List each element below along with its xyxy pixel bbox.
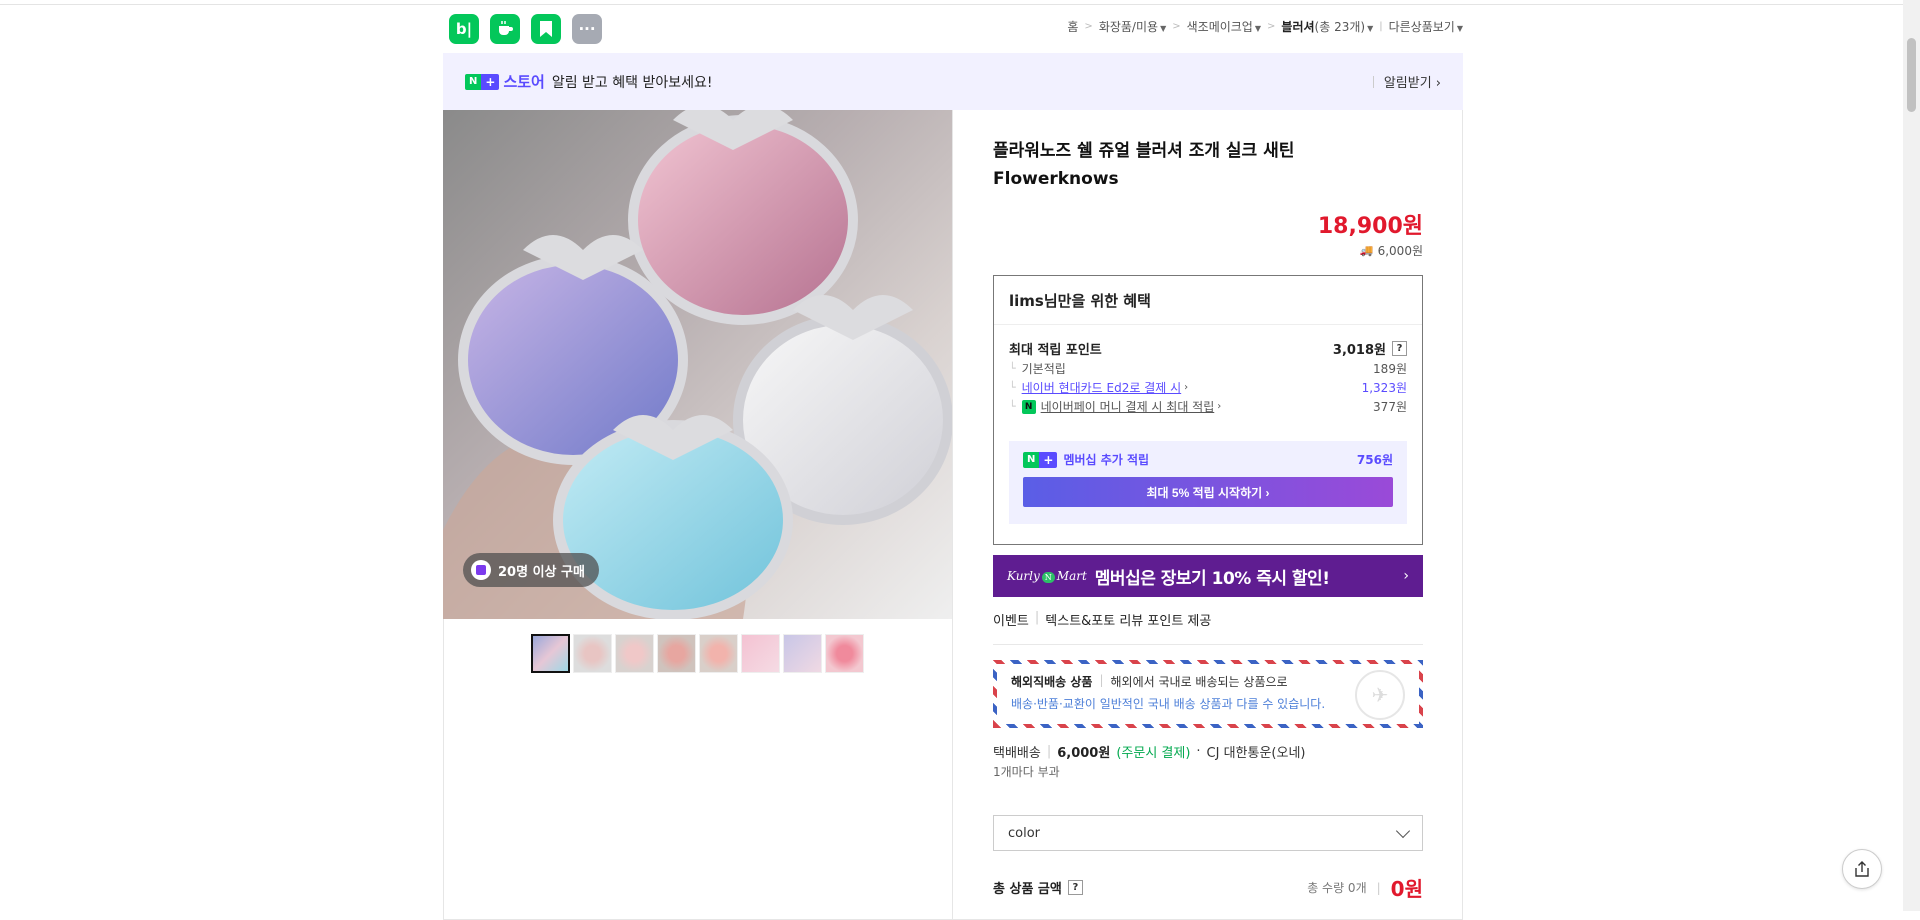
- breadcrumb-separator: >: [1267, 21, 1276, 32]
- breadcrumb-category-2[interactable]: 색조메이크업 ▼: [1187, 18, 1261, 35]
- delivery-carrier: CJ 대한통운(오네): [1206, 746, 1306, 761]
- overseas-line1: 해외에서 국내로 배송되는 상품으로: [1110, 675, 1288, 689]
- share-button[interactable]: [1842, 849, 1882, 889]
- delivery-per-item: 1개마다 부과: [993, 765, 1060, 779]
- thumbnail[interactable]: [825, 634, 864, 673]
- option-selected-value: color: [1008, 825, 1041, 841]
- total-sum: 0원: [1390, 877, 1423, 901]
- thumbnail-strip: [531, 634, 864, 673]
- overseas-line2: 배송·반품·교환이 일반적인 국내 배송 상품과 다를 수 있습니다.: [1011, 697, 1326, 711]
- bookmark-icon[interactable]: [531, 14, 561, 44]
- divider: [1372, 75, 1374, 88]
- breadcrumb-separator: >: [1084, 21, 1093, 32]
- caret-down-icon: ▼: [1254, 24, 1262, 33]
- scrollbar-thumb[interactable]: [1907, 38, 1916, 112]
- bullet: ·: [1196, 744, 1201, 759]
- max-points-row: 최대 적립 포인트 3,018원 ?: [1009, 339, 1407, 358]
- truck-icon: 🚚: [1359, 244, 1374, 257]
- product-main-image[interactable]: [443, 110, 952, 619]
- delivery-info: 택배배송 | 6,000원 (주문시 결제) · CJ 대한통운(오네): [993, 742, 1306, 761]
- purchase-count-badge: 20명 이상 구매: [463, 553, 599, 587]
- share-icon: [1855, 861, 1869, 877]
- thumbnail[interactable]: [741, 634, 780, 673]
- help-icon[interactable]: ?: [1067, 880, 1083, 895]
- chevron-right-icon: ›: [1184, 382, 1189, 393]
- thumbnail[interactable]: [531, 634, 570, 673]
- overseas-title: 해외직배송 상품: [1011, 675, 1093, 689]
- kurly-banner-text: 멤버십은 장보기 10% 즉시 할인!: [1094, 568, 1330, 589]
- alert-subscribe-button[interactable]: 알림받기 ›: [1372, 72, 1441, 91]
- store-alert-banner: N + 스토어 알림 받고 혜택 받아보세요! 알림받기 ›: [443, 53, 1463, 110]
- indent-mark: └: [1009, 381, 1016, 394]
- help-icon[interactable]: ?: [1392, 341, 1407, 356]
- event-text: 텍스트&포토 리뷰 포인트 제공: [1045, 614, 1212, 629]
- membership-label: 멤버십 추가 적립: [1063, 453, 1150, 467]
- caret-down-icon: ▼: [1456, 24, 1463, 33]
- other-products-link[interactable]: 다른상품보기 ▼: [1389, 18, 1463, 35]
- indent-mark: └: [1009, 362, 1016, 375]
- color-option-select[interactable]: color: [993, 815, 1423, 851]
- divider: |: [1046, 744, 1052, 759]
- basic-points-row: └ 기본적립 189원: [1009, 362, 1407, 376]
- delivery-type: 택배배송: [993, 746, 1041, 761]
- shell-blush-illustration: [443, 110, 952, 619]
- breadcrumb-separator: |: [1379, 21, 1383, 32]
- delivery-payment-note: (주문시 결제): [1116, 746, 1191, 761]
- benefit-card: lims님만을 위한 혜택 최대 적립 포인트 3,018원 ? └ 기본적립 …: [993, 275, 1423, 545]
- total-label: 총 상품 금액: [993, 882, 1062, 897]
- breadcrumb-home[interactable]: 홈: [1067, 18, 1078, 35]
- breadcrumb: 홈 > 화장품/미용 ▼ > 색조메이크업 ▼ > 블러셔(총 23개) ▼ | 다른…: [1067, 18, 1463, 35]
- airplane-stamp-icon: ✈: [1355, 670, 1405, 720]
- membership-start-button[interactable]: 최대 5% 적립 시작하기 ›: [1023, 477, 1393, 507]
- thumbnail[interactable]: [573, 634, 612, 673]
- card-benefit-link[interactable]: 네이버 현대카드 Ed2로 결제 시: [1022, 379, 1182, 396]
- indent-mark: └: [1009, 400, 1016, 413]
- chevron-right-icon: ›: [1217, 401, 1222, 412]
- divider: [952, 110, 953, 920]
- store-label: 스토어: [503, 73, 545, 91]
- divider: |: [1099, 673, 1104, 687]
- chevron-down-icon: [1395, 823, 1411, 838]
- thumbnail[interactable]: [699, 634, 738, 673]
- app-icon-bar: b| ···: [449, 14, 602, 44]
- kurly-mart-logo: Kurly N Mart: [1007, 569, 1087, 583]
- total-price-row: 총 상품 금액 ? 총 수량 0개 | 0원: [993, 873, 1423, 902]
- thumbnail[interactable]: [783, 634, 822, 673]
- divider: |: [1034, 610, 1040, 625]
- product-title: 플라워노즈 쉘 쥬얼 블러셔 조개 실크 새틴 Flowerknows: [993, 141, 1295, 189]
- product-page: b| ··· 홈 > 화장품/미용 ▼ > 색조메이크업 ▼ > 블러셔(총 23개…: [443, 0, 1463, 920]
- divider: [993, 644, 1423, 645]
- naver-plus-icon: N +: [1023, 451, 1058, 468]
- event-row[interactable]: 이벤트 | 텍스트&포토 리뷰 포인트 제공: [993, 610, 1211, 629]
- scrollbar[interactable]: [1903, 0, 1920, 911]
- membership-box: N + 멤버십 추가 적립 756원 최대 5% 적립 시작하기 ›: [1009, 441, 1407, 524]
- total-quantity: 총 수량 0개 |: [1307, 881, 1381, 895]
- product-price: 18,900원: [1317, 214, 1423, 239]
- thumbnail[interactable]: [657, 634, 696, 673]
- alert-message: 알림 받고 혜택 받아보세요!: [551, 74, 713, 91]
- caret-down-icon: ▼: [1367, 24, 1374, 33]
- npay-points-row: └ N 네이버페이 머니 결제 시 최대 적립 › 377원: [1009, 398, 1407, 415]
- membership-value: 756원: [1356, 453, 1393, 467]
- chevron-right-icon: ›: [1403, 568, 1409, 584]
- caret-down-icon: ▼: [1160, 24, 1167, 33]
- overseas-shipping-notice: 해외직배송 상품 | 해외에서 국내로 배송되는 상품으로 배송·반품·교환이 …: [993, 660, 1423, 728]
- naver-plus-icon: N +: [465, 73, 500, 90]
- breadcrumb-separator: >: [1172, 21, 1181, 32]
- kurly-mart-banner[interactable]: Kurly N Mart 멤버십은 장보기 10% 즉시 할인! ›: [993, 555, 1423, 597]
- breadcrumb-category-1[interactable]: 화장품/미용 ▼: [1099, 18, 1166, 35]
- shipping-fee: 🚚 6,000원: [1359, 244, 1423, 258]
- delivery-fee: 6,000원: [1057, 746, 1111, 761]
- breadcrumb-category-3[interactable]: 블러셔(총 23개) ▼: [1281, 18, 1373, 35]
- shopping-bag-icon: [471, 560, 491, 580]
- benefit-heading: lims님만을 위한 혜택: [994, 276, 1422, 325]
- card-points-row: └ 네이버 현대카드 Ed2로 결제 시 › 1,323원: [1009, 379, 1407, 396]
- cafe-icon[interactable]: [490, 14, 520, 44]
- thumbnail[interactable]: [615, 634, 654, 673]
- naver-pay-icon: N: [1021, 399, 1036, 414]
- npay-benefit-link[interactable]: 네이버페이 머니 결제 시 최대 적립: [1041, 398, 1215, 415]
- event-label: 이벤트: [993, 614, 1029, 629]
- more-icon[interactable]: ···: [572, 14, 602, 44]
- blog-icon[interactable]: b|: [449, 14, 479, 44]
